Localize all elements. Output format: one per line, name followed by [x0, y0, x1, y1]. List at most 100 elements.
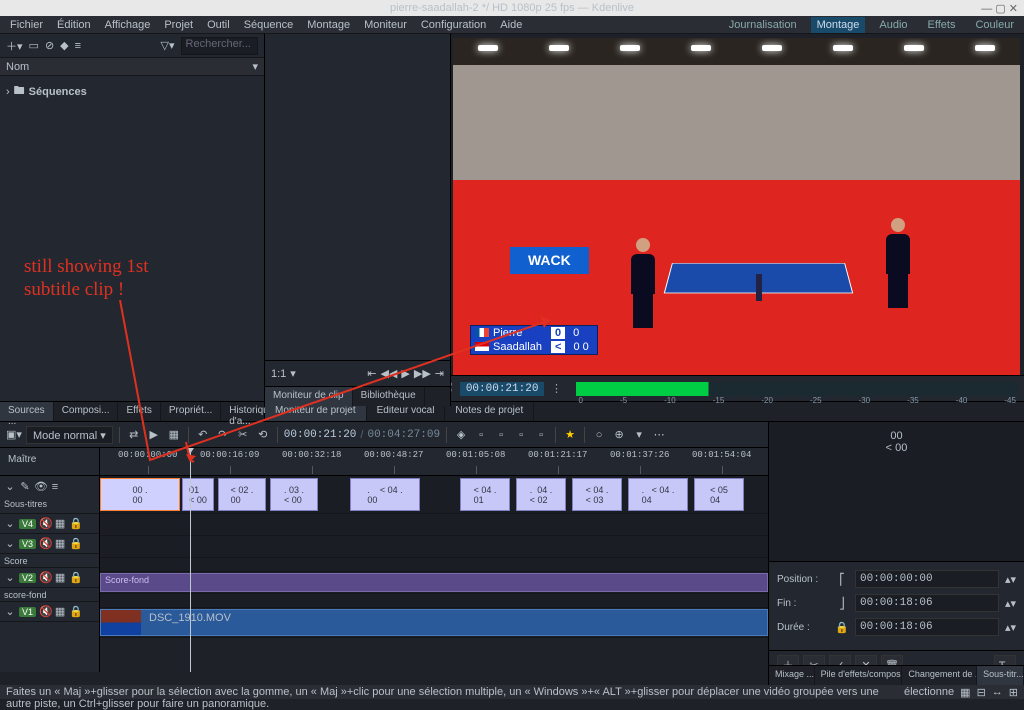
layout-switcher[interactable]: Journalisation Montage Audio Effets Coul…: [723, 16, 1020, 34]
tab-effets[interactable]: Effets: [118, 402, 160, 421]
i2-icon[interactable]: ▫: [493, 427, 509, 443]
search-input[interactable]: Rechercher...: [181, 37, 258, 55]
layout-montage[interactable]: Montage: [811, 17, 866, 33]
playhead[interactable]: [190, 448, 191, 672]
i1-icon[interactable]: ▫: [473, 427, 489, 443]
tab-mixage[interactable]: Mixage ...: [769, 666, 815, 685]
stepper-icon[interactable]: ▴▾: [1005, 621, 1016, 634]
track-subtitles[interactable]: 00 . 0001 < 00< 02 . 00. 03 . < 00. < 04…: [100, 476, 768, 514]
timeline-tracks[interactable]: 00:00:00:0000:00:16:0900:00:32:1800:00:4…: [100, 448, 768, 672]
menu-moniteur[interactable]: Moniteur: [358, 17, 413, 33]
monitor-timecode[interactable]: 00:00:21:20: [460, 382, 545, 396]
stepper-icon[interactable]: ▴▾: [1005, 597, 1016, 610]
tag-icon[interactable]: ◆: [60, 39, 68, 52]
bin-item-sequences[interactable]: › 🖿 Séquences: [6, 80, 258, 103]
subtitle-clip[interactable]: < 02 . 00: [218, 478, 266, 511]
subtitle-clip[interactable]: . 03 . < 00: [270, 478, 318, 511]
menu-affichage[interactable]: Affichage: [99, 17, 157, 33]
list-icon[interactable]: ≡: [49, 481, 61, 493]
clip-score-fond[interactable]: Score-fond: [100, 573, 768, 592]
preview-viewport[interactable]: WACK Pierre00 Saadallah<0 0: [453, 38, 1020, 375]
play-icon[interactable]: ▶: [146, 427, 162, 443]
tab-notes-projet[interactable]: Notes de projet: [445, 402, 534, 421]
list-icon[interactable]: ≡: [75, 40, 81, 52]
subtitle-clip[interactable]: . 04 . < 02: [516, 478, 566, 511]
subtitle-clip[interactable]: < 04 . < 03: [572, 478, 622, 511]
duree-field[interactable]: 00:00:18:06: [855, 618, 999, 636]
fin-field[interactable]: 00:00:18:06: [855, 594, 999, 612]
tab-sources[interactable]: Sources ...: [0, 402, 54, 421]
menu-edition[interactable]: Édition: [51, 17, 97, 33]
subtitle-clip[interactable]: . < 04 . 00: [350, 478, 420, 511]
lock-icon[interactable]: 🔒: [835, 621, 849, 634]
menu-fichier[interactable]: Fichier: [4, 17, 49, 33]
track-v3[interactable]: [100, 536, 768, 558]
timeline[interactable]: Maître ⌄✎👁≡ Sous-titres ⌄V4🔇▦🔒 ⌄V3🔇▦🔒 Sc…: [0, 448, 768, 672]
subtitle-clip[interactable]: 00 . 00: [100, 478, 180, 511]
tab-moniteur-clip[interactable]: Moniteur de clip: [265, 387, 353, 406]
cut-icon[interactable]: ✂: [235, 427, 251, 443]
tab-bibliotheque[interactable]: Bibliothèque: [353, 387, 425, 406]
ffw-icon[interactable]: ▶▶: [414, 367, 431, 380]
stepper-icon[interactable]: ▴▾: [1005, 573, 1016, 586]
layout-audio[interactable]: Audio: [873, 17, 913, 33]
seq-menu-icon[interactable]: ▣▾: [6, 427, 22, 443]
marker-icon[interactable]: ◈: [453, 427, 469, 443]
timeline-position[interactable]: 00:00:21:20: [284, 429, 357, 441]
out-icon[interactable]: ⇥: [435, 367, 444, 380]
track-v1[interactable]: DSC_1910.MOV: [100, 608, 768, 638]
status-icon[interactable]: ▦: [960, 686, 970, 699]
tab-pile-effets[interactable]: Pile d'effets/composi...: [815, 666, 903, 685]
i8-icon[interactable]: ⋯: [651, 427, 667, 443]
layout-journalisation[interactable]: Journalisation: [723, 17, 803, 33]
sort-icon[interactable]: ▾: [252, 60, 258, 73]
timeline-ruler[interactable]: 00:00:00:0000:00:16:0900:00:32:1800:00:4…: [100, 448, 768, 476]
tab-compositions[interactable]: Composi...: [54, 402, 119, 421]
i6-icon[interactable]: ⊕: [611, 427, 627, 443]
track-header-v3[interactable]: ⌄V3🔇▦🔒: [0, 534, 99, 554]
position-field[interactable]: 00:00:00:00: [855, 570, 999, 588]
anchor-icon[interactable]: ⎡: [835, 573, 849, 586]
clip-video[interactable]: DSC_1910.MOV: [100, 609, 768, 636]
menu-projet[interactable]: Projet: [158, 17, 199, 33]
delete-icon[interactable]: ⊘: [45, 39, 54, 52]
track-v2[interactable]: Score-fond: [100, 572, 768, 594]
filter-icon[interactable]: ▽▾: [161, 39, 175, 52]
star-icon[interactable]: ★: [562, 427, 578, 443]
bin-toolbar[interactable]: ＋▾ ▭ ⊘ ◆ ≡ ▽▾ Rechercher...: [0, 34, 264, 58]
expand-icon[interactable]: ›: [6, 86, 10, 98]
clip-monitor-controls[interactable]: 1:1▾ ⇤ ◀◀ ▶ ▶▶ ⇥: [265, 360, 450, 386]
play-icon[interactable]: ▶: [401, 367, 409, 380]
status-icon[interactable]: ⊞: [1009, 686, 1018, 699]
layout-couleur[interactable]: Couleur: [969, 17, 1020, 33]
layout-effets[interactable]: Effets: [922, 17, 962, 33]
edit-mode-select[interactable]: Mode normal ▾: [26, 426, 113, 444]
tool6-icon[interactable]: ⟲: [255, 427, 271, 443]
tab-proprietes[interactable]: Propriét...: [161, 402, 221, 421]
menu-sequence[interactable]: Séquence: [238, 17, 300, 33]
i5-icon[interactable]: ○: [591, 427, 607, 443]
i4-icon[interactable]: ▫: [533, 427, 549, 443]
subtitle-clip[interactable]: < 05 04: [694, 478, 744, 511]
options-icon[interactable]: ⋮: [548, 381, 564, 397]
i3-icon[interactable]: ▫: [513, 427, 529, 443]
status-icon[interactable]: ↔: [992, 686, 1003, 698]
subtitle-clip[interactable]: . < 04 . 04: [628, 478, 688, 511]
track-header-v1[interactable]: ⌄V1🔇▦🔒: [0, 602, 99, 622]
rew-icon[interactable]: ◀◀: [380, 367, 397, 380]
zoom-label[interactable]: 1:1: [271, 368, 286, 380]
track-header-v2[interactable]: ⌄V2🔇▦🔒: [0, 568, 99, 588]
menu-montage[interactable]: Montage: [301, 17, 356, 33]
window-controls[interactable]: — ▢ ✕: [981, 2, 1018, 15]
track-header-v4[interactable]: ⌄V4🔇▦🔒: [0, 514, 99, 534]
anchor-icon[interactable]: ⎦: [835, 597, 849, 610]
menu-configuration[interactable]: Configuration: [415, 17, 492, 33]
tool3-icon[interactable]: ↶: [195, 427, 211, 443]
track-v4[interactable]: [100, 514, 768, 536]
add-clip-icon[interactable]: ＋▾: [6, 38, 23, 54]
folder-icon[interactable]: ▭: [29, 39, 39, 52]
track-header-subtitles[interactable]: ⌄✎👁≡ Sous-titres: [0, 476, 99, 514]
clip-monitor-tabs[interactable]: Moniteur de clip Bibliothèque: [265, 386, 450, 406]
tool4-icon[interactable]: ↷: [215, 427, 231, 443]
timeline-toolbar[interactable]: ▣▾ Mode normal ▾ ⇄ ▶ ▦ ↶ ↷ ✂ ⟲ 00:00:21:…: [0, 422, 768, 448]
